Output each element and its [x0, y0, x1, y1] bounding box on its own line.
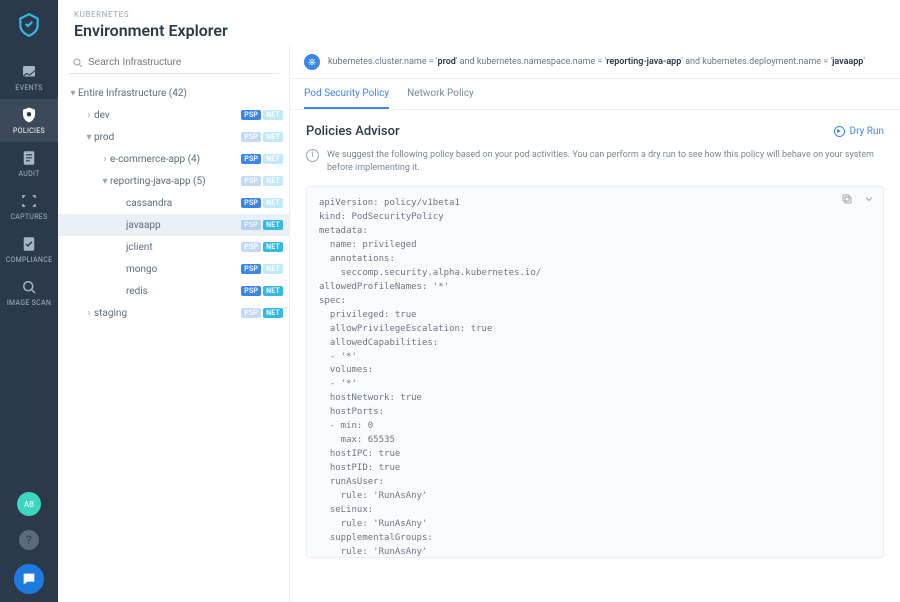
psp-badge: PSP	[241, 132, 261, 142]
tree-node[interactable]: redisPSPNET	[58, 280, 289, 302]
scope-bar: ⎈ kubernetes.cluster.name = 'prod' and k…	[290, 46, 900, 79]
net-badge: NET	[263, 220, 283, 230]
tree-node[interactable]: ▾reporting-java-app (5)PSPNET	[58, 170, 289, 192]
tree-node[interactable]: ›stagingPSPNET	[58, 302, 289, 324]
psp-badge: PSP	[241, 264, 261, 274]
policy-yaml[interactable]: apiVersion: policy/v1beta1 kind: PodSecu…	[307, 187, 883, 557]
rail-item-events[interactable]: EVENTS	[0, 56, 58, 99]
content-pane: ⎈ kubernetes.cluster.name = 'prod' and k…	[290, 46, 900, 602]
panel-title: Policies Advisor	[306, 124, 400, 139]
chevron-icon: ›	[84, 110, 94, 121]
net-badge: NET	[263, 264, 283, 274]
advisor-hint: i We suggest the following policy based …	[306, 149, 884, 174]
tab-network-policy[interactable]: Network Policy	[407, 79, 474, 109]
tree-node[interactable]: javaappPSPNET	[58, 214, 289, 236]
tree-node[interactable]: jclientPSPNET	[58, 236, 289, 258]
help-button[interactable]: ?	[19, 530, 39, 550]
tree-node[interactable]: ▾Entire Infrastructure (42)	[58, 82, 289, 104]
chevron-icon: ▾	[68, 88, 78, 99]
rail-label: COMPLIANCE	[6, 256, 53, 264]
rail-label: CAPTURES	[10, 213, 47, 221]
tree-node-label: staging	[94, 308, 241, 319]
tree-node-label: e-commerce-app (4)	[110, 154, 241, 165]
tree-node-label: dev	[94, 110, 241, 121]
header-eyebrow: KUBERNETES	[74, 10, 884, 19]
net-badge: NET	[263, 242, 283, 252]
tab-pod-security-policy[interactable]: Pod Security Policy	[304, 79, 389, 109]
app-logo-icon	[16, 12, 42, 38]
chevron-down-icon	[863, 193, 875, 205]
copy-icon	[841, 193, 853, 205]
psp-badge: PSP	[241, 176, 261, 186]
rail-item-compliance[interactable]: COMPLIANCE	[0, 228, 58, 271]
net-badge: NET	[263, 308, 283, 318]
rail-item-captures[interactable]: CAPTURES	[0, 185, 58, 228]
page-title: Environment Explorer	[74, 21, 884, 40]
user-avatar[interactable]: AB	[17, 492, 41, 516]
rail-label: IMAGE SCAN	[7, 299, 51, 307]
psp-badge: PSP	[241, 286, 261, 296]
scope-icon: ⎈	[304, 54, 320, 70]
chat-icon	[21, 571, 37, 587]
rail-label: EVENTS	[15, 84, 42, 92]
expand-code-button[interactable]	[863, 193, 875, 208]
net-badge: NET	[263, 198, 283, 208]
net-badge: NET	[263, 154, 283, 164]
dry-run-button[interactable]: Dry Run	[834, 126, 884, 137]
tree-node[interactable]: cassandraPSPNET	[58, 192, 289, 214]
infrastructure-tree: ▾Entire Infrastructure (42)›devPSPNET▾pr…	[58, 46, 290, 602]
net-badge: NET	[263, 286, 283, 296]
tree-node-label: prod	[94, 132, 241, 143]
psp-badge: PSP	[241, 198, 261, 208]
policy-code-block: apiVersion: policy/v1beta1 kind: PodSecu…	[306, 186, 884, 558]
chevron-icon: ›	[100, 154, 110, 165]
rail-label: AUDIT	[18, 170, 39, 178]
chevron-icon: ›	[84, 308, 94, 319]
play-icon	[834, 126, 845, 137]
chevron-icon: ▾	[100, 176, 110, 187]
scope-text: kubernetes.cluster.name = 'prod' and kub…	[328, 57, 865, 67]
chevron-icon: ▾	[84, 132, 94, 143]
tree-node[interactable]: mongoPSPNET	[58, 258, 289, 280]
rail-item-audit[interactable]: AUDIT	[0, 142, 58, 185]
net-badge: NET	[263, 110, 283, 120]
tree-node[interactable]: ›e-commerce-app (4)PSPNET	[58, 148, 289, 170]
psp-badge: PSP	[241, 154, 261, 164]
net-badge: NET	[263, 132, 283, 142]
tree-node[interactable]: ▾prodPSPNET	[58, 126, 289, 148]
rail-item-image-scan[interactable]: IMAGE SCAN	[0, 271, 58, 314]
tree-node[interactable]: ›devPSPNET	[58, 104, 289, 126]
search-icon	[72, 57, 84, 69]
page-header: KUBERNETES Environment Explorer	[58, 0, 900, 46]
tree-node-label: Entire Infrastructure (42)	[78, 88, 283, 99]
tree-node-label: cassandra	[126, 198, 241, 209]
psp-badge: PSP	[241, 242, 261, 252]
rail-label: POLICIES	[13, 127, 45, 135]
main: KUBERNETES Environment Explorer ▾Entire …	[58, 0, 900, 602]
info-icon: i	[306, 149, 319, 162]
copy-code-button[interactable]	[841, 193, 853, 208]
policy-tabs: Pod Security Policy Network Policy	[290, 79, 900, 110]
search-input[interactable]	[68, 52, 279, 74]
advisor-panel: Policies Advisor Dry Run i We suggest th…	[290, 110, 900, 602]
tree-node-label: javaapp	[126, 220, 241, 231]
nav-rail: EVENTS POLICIES AUDIT CAPTURES COMPLIANC…	[0, 0, 58, 602]
rail-item-policies[interactable]: POLICIES	[0, 99, 58, 142]
chat-button[interactable]	[14, 564, 44, 594]
tree-node-label: redis	[126, 286, 241, 297]
psp-badge: PSP	[241, 110, 261, 120]
tree-node-label: jclient	[126, 242, 241, 253]
tree-node-label: mongo	[126, 264, 241, 275]
search-wrap	[58, 46, 289, 80]
tree-node-label: reporting-java-app (5)	[110, 176, 241, 187]
tree-list: ▾Entire Infrastructure (42)›devPSPNET▾pr…	[58, 80, 289, 602]
psp-badge: PSP	[241, 220, 261, 230]
net-badge: NET	[263, 176, 283, 186]
psp-badge: PSP	[241, 308, 261, 318]
